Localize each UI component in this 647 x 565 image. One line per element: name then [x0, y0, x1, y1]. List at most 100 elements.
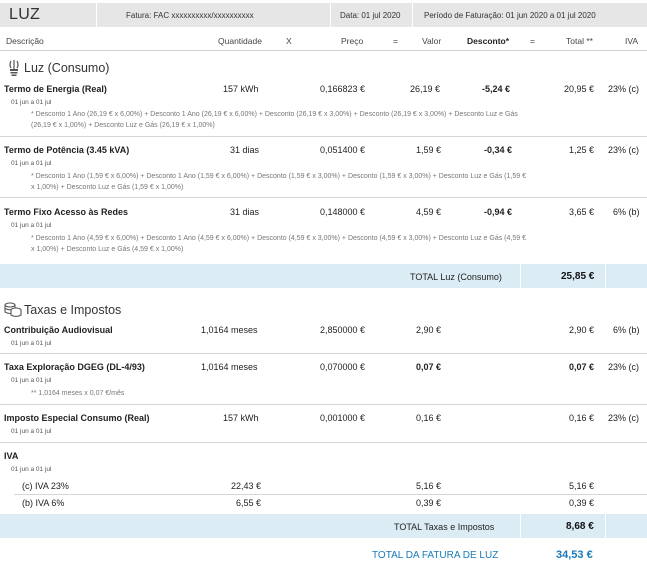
quantity-note: ** 1,0164 meses x 0,07 €/mês: [31, 390, 125, 397]
invoice-grand-total-label: TOTAL DA FATURA DE LUZ: [372, 550, 499, 561]
taxas-total-value: 8,68 €: [566, 521, 594, 532]
taxas-total-label: TOTAL Taxas e Impostos: [394, 522, 495, 532]
billing-period: Período de Faturação: 01 jun 2020 a 01 j…: [424, 11, 596, 20]
iva-line-total: 5,16 €: [569, 481, 595, 491]
invoice-date: Data: 01 jul 2020: [340, 11, 401, 20]
invoice-title: LUZ: [9, 6, 41, 23]
discount-note: * Desconto 1 Ano (4,59 € x 6,00%) + Desc…: [31, 235, 526, 242]
header-separator: [96, 3, 97, 27]
invoice-number: Fatura: FAC xxxxxxxxxx/xxxxxxxxxx: [126, 11, 254, 20]
line-item-label: Contribuição Audiovisual: [4, 325, 113, 335]
line-item-period: 01 jun a 01 jul: [11, 160, 52, 167]
line-item-preco: 0,001000 €: [320, 413, 366, 423]
line-item-iva: 23% (c): [608, 145, 640, 155]
line-item-preco: 0,070000 €: [320, 362, 366, 372]
luz-total-band: [0, 264, 647, 288]
line-item-iva: 6% (b): [613, 325, 640, 335]
taxas-total-band: [0, 514, 647, 538]
line-item-iva: 23% (c): [608, 413, 640, 423]
luz-total-value: 25,85 €: [561, 271, 595, 282]
row-divider: [0, 197, 647, 198]
discount-note: (26,19 € x 1,00%) + Desconto Luz e Gás (…: [31, 122, 215, 129]
line-item-preco: 0,051400 €: [320, 145, 366, 155]
line-item-label: Imposto Especial Consumo (Real): [4, 413, 150, 423]
row-divider: [14, 494, 647, 495]
line-item-desconto: -0,94 €: [484, 207, 513, 217]
iva-line-total: 0,39 €: [569, 498, 595, 508]
line-item-total: 0,16 €: [569, 413, 595, 423]
line-item-iva: 23% (c): [608, 84, 640, 94]
coins-icon: [4, 302, 22, 318]
iva-line-valor: 0,39 €: [416, 498, 442, 508]
line-item-valor: 4,59 €: [416, 207, 442, 217]
line-item-label: Termo de Energia (Real): [4, 84, 107, 94]
column-header-desconto: Desconto*: [467, 36, 510, 46]
line-item-label: Taxa Exploração DGEG (DL-4/93): [4, 362, 145, 372]
line-item-desconto: -5,24 €: [482, 84, 511, 94]
iva-line-base: 22,43 €: [231, 481, 262, 491]
row-divider: [0, 136, 647, 137]
line-item-total: 1,25 €: [569, 145, 595, 155]
band-separator: [605, 264, 606, 288]
column-header-equals: =: [530, 36, 535, 46]
line-item-preco: 2,850000 €: [320, 325, 366, 335]
line-item-quantidade: 1,0164 meses: [201, 362, 258, 372]
iva-label: IVA: [4, 451, 19, 461]
row-divider: [0, 404, 647, 405]
line-item-quantidade: 1,0164 meses: [201, 325, 258, 335]
column-header-divider: [0, 50, 647, 51]
light-bulb-icon: [9, 60, 19, 76]
line-item-label: Termo Fixo Acesso às Redes: [4, 207, 129, 217]
column-header-equals: =: [393, 36, 398, 46]
header-separator: [412, 3, 413, 27]
section-title-taxas: Taxas e Impostos: [24, 303, 122, 317]
discount-note: x 1,00%) + Desconto Luz e Gás (4,59 € x …: [31, 246, 184, 253]
line-item-period: 01 jun a 01 jul: [11, 377, 52, 384]
line-item-preco: 0,148000 €: [320, 207, 366, 217]
line-item-total: 2,90 €: [569, 325, 595, 335]
iva-line-label: (c) IVA 23%: [22, 481, 69, 491]
invoice-header-bar: LUZ Fatura: FAC xxxxxxxxxx/xxxxxxxxxx Da…: [0, 3, 647, 27]
line-item-iva: 23% (c): [608, 362, 640, 372]
line-item-period: 01 jun a 01 jul: [11, 428, 52, 435]
line-item-quantidade: 157 kWh: [223, 413, 259, 423]
band-separator: [605, 514, 606, 538]
line-item-desconto: -0,34 €: [484, 145, 513, 155]
column-header-preco: Preço: [341, 36, 364, 46]
discount-note: * Desconto 1 Ano (1,59 € x 6,00%) + Desc…: [31, 173, 526, 180]
column-header-total: Total **: [566, 36, 593, 46]
line-item-quantidade: 31 dias: [230, 207, 260, 217]
line-item-iva: 6% (b): [613, 207, 640, 217]
line-item-quantidade: 31 dias: [230, 145, 260, 155]
row-divider: [0, 353, 647, 354]
line-item-valor: 1,59 €: [416, 145, 442, 155]
line-item-preco: 0,166823 €: [320, 84, 366, 94]
line-item-period: 01 jun a 01 jul: [11, 222, 52, 229]
band-separator: [520, 264, 521, 288]
line-item-label: Termo de Potência (3.45 kVA): [4, 145, 130, 155]
column-header-valor: Valor: [422, 36, 442, 46]
column-header-iva: IVA: [625, 36, 639, 46]
iva-period: 01 jun a 01 jul: [11, 466, 52, 473]
header-separator: [330, 3, 331, 27]
line-item-valor: 0,16 €: [416, 413, 442, 423]
iva-line-label: (b) IVA 6%: [22, 498, 65, 508]
band-separator: [520, 514, 521, 538]
column-header-x: X: [286, 36, 292, 46]
line-item-total: 20,95 €: [564, 84, 595, 94]
line-item-period: 01 jun a 01 jul: [11, 99, 52, 106]
iva-line-valor: 5,16 €: [416, 481, 442, 491]
line-item-period: 01 jun a 01 jul: [11, 340, 52, 347]
line-item-total: 3,65 €: [569, 207, 595, 217]
line-item-quantidade: 157 kWh: [223, 84, 259, 94]
section-title-luz: Luz (Consumo): [24, 61, 110, 75]
line-item-valor: 2,90 €: [416, 325, 442, 335]
column-header-descricao: Descrição: [6, 36, 44, 46]
row-divider: [0, 442, 647, 443]
discount-note: * Desconto 1 Ano (26,19 € x 6,00%) + Des…: [31, 111, 518, 118]
invoice-grand-total-value: 34,53 €: [556, 549, 593, 561]
line-item-valor: 26,19 €: [410, 84, 441, 94]
line-item-valor: 0,07 €: [416, 362, 442, 372]
iva-line-base: 6,55 €: [236, 498, 262, 508]
line-item-total: 0,07 €: [569, 362, 595, 372]
